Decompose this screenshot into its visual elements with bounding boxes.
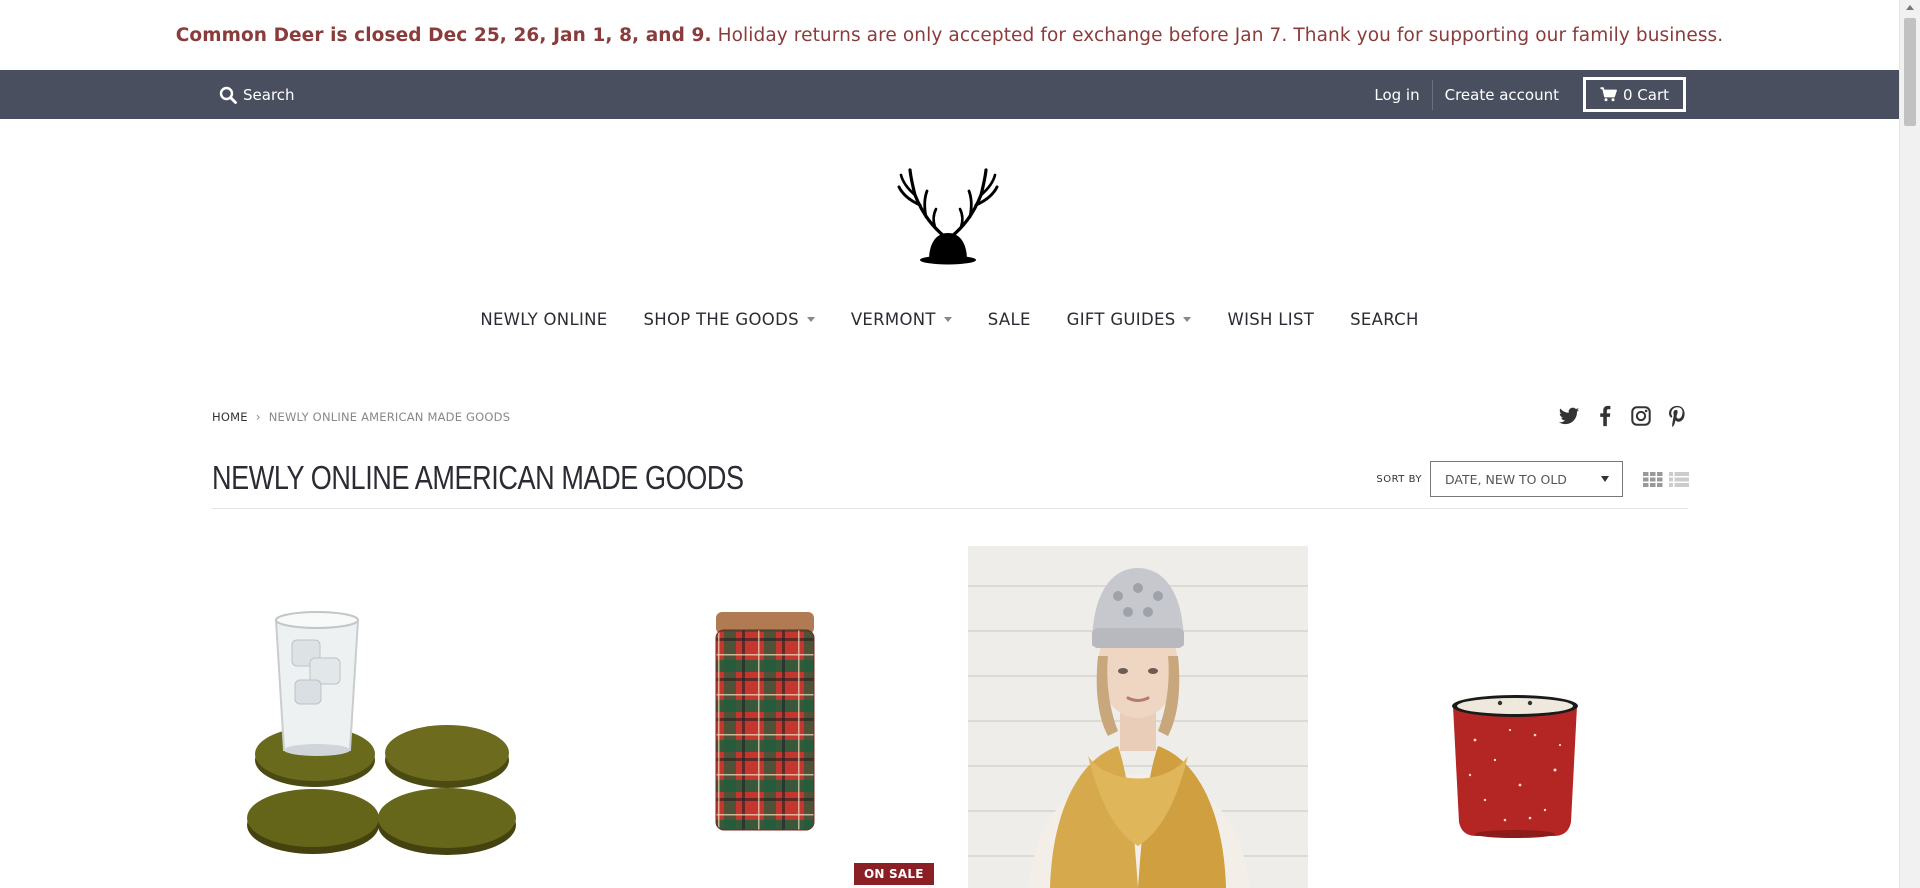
- product-image-enamel-mug[interactable]: [1445, 690, 1585, 840]
- breadcrumb-separator: ›: [255, 410, 261, 424]
- nav-vermont-label: VERMONT: [850, 309, 936, 329]
- product-image-plaid-thermos[interactable]: [712, 610, 818, 835]
- page: Common Deer is closed Dec 25, 26, Jan 1,…: [0, 0, 1899, 888]
- product-image-felt-coasters[interactable]: [240, 600, 530, 860]
- sort-bar: SORT BY DATE, NEW TO OLD: [1376, 461, 1689, 497]
- announcement-bar: Common Deer is closed Dec 25, 26, Jan 1,…: [0, 0, 1899, 70]
- product-image-wool-scarf[interactable]: [968, 546, 1308, 888]
- collection-title: NEWLY ONLINE AMERICAN MADE GOODS: [212, 459, 744, 496]
- facebook-icon[interactable]: [1594, 405, 1616, 427]
- nav-newly-online-label: NEWLY ONLINE: [480, 309, 608, 329]
- search-icon: [219, 86, 237, 104]
- cart-icon: [1600, 87, 1617, 102]
- view-toggles: [1643, 471, 1689, 487]
- cart-button[interactable]: 0 Cart: [1582, 77, 1686, 112]
- scrollbar-thumb[interactable]: [1904, 18, 1916, 126]
- nav-newly-online[interactable]: NEWLY ONLINE: [462, 302, 625, 336]
- title-divider: [212, 508, 1688, 509]
- pinterest-icon[interactable]: [1666, 405, 1688, 427]
- dropdown-arrow-icon: [1601, 476, 1609, 482]
- top-utility-bar: Search Log in Create account 0 Cart: [0, 70, 1899, 119]
- cart-label: 0 Cart: [1622, 85, 1669, 104]
- sort-select-value: DATE, NEW TO OLD: [1445, 471, 1567, 487]
- nav-sale[interactable]: SALE: [970, 302, 1049, 336]
- nav-vermont[interactable]: VERMONT: [833, 302, 970, 336]
- chevron-down-icon: [943, 316, 952, 322]
- nav-gift-guides[interactable]: GIFT GUIDES: [1049, 302, 1210, 336]
- twitter-icon[interactable]: [1558, 405, 1580, 427]
- login-link[interactable]: Log in: [1362, 86, 1431, 104]
- chevron-down-icon: [806, 316, 815, 322]
- grid-view-icon[interactable]: [1643, 471, 1663, 487]
- top-search-button[interactable]: Search: [219, 70, 295, 119]
- chevron-down-icon: [1183, 316, 1192, 322]
- nav-gift-guides-label: GIFT GUIDES: [1066, 309, 1176, 329]
- nav-wish-list-label: WISH LIST: [1227, 309, 1315, 329]
- sale-badge: ON SALE: [854, 863, 934, 885]
- main-navigation: NEWLY ONLINE SHOP THE GOODS VERMONT SALE…: [0, 302, 1899, 336]
- breadcrumb-home-link[interactable]: HOME: [212, 410, 248, 424]
- announcement-text: Holiday returns are only accepted for ex…: [717, 24, 1724, 46]
- nav-shop-the-goods-label: SHOP THE GOODS: [643, 309, 799, 329]
- scroll-up-arrow-icon[interactable]: [1906, 5, 1914, 10]
- nav-search[interactable]: SEARCH: [1332, 302, 1437, 336]
- sort-select[interactable]: DATE, NEW TO OLD: [1430, 461, 1623, 497]
- nav-search-label: SEARCH: [1350, 309, 1419, 329]
- page-scrollbar[interactable]: [1899, 0, 1920, 888]
- breadcrumb-current: NEWLY ONLINE AMERICAN MADE GOODS: [268, 410, 511, 424]
- announcement-bold-text: Common Deer is closed Dec 25, 26, Jan 1,…: [175, 24, 712, 46]
- social-links: [1558, 405, 1688, 427]
- instagram-icon[interactable]: [1630, 405, 1652, 427]
- breadcrumb: HOME › NEWLY ONLINE AMERICAN MADE GOODS: [212, 410, 510, 424]
- nav-wish-list[interactable]: WISH LIST: [1209, 302, 1332, 336]
- sort-by-label: SORT BY: [1376, 473, 1422, 485]
- common-deer-logo[interactable]: [893, 165, 1003, 265]
- create-account-link[interactable]: Create account: [1433, 86, 1571, 104]
- nav-sale-label: SALE: [987, 309, 1031, 329]
- nav-shop-the-goods[interactable]: SHOP THE GOODS: [625, 302, 832, 336]
- top-search-label: Search: [243, 85, 295, 104]
- account-links: Log in Create account 0 Cart: [1362, 70, 1686, 119]
- list-view-icon[interactable]: [1669, 471, 1689, 487]
